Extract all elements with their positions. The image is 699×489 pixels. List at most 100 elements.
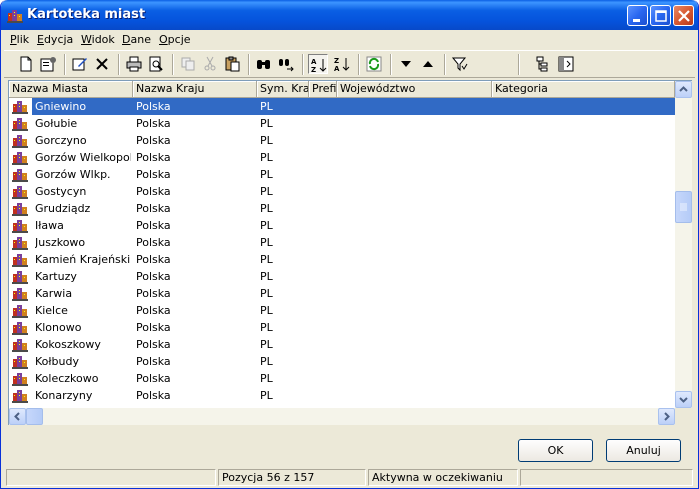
cell-country-symbol: PL (260, 338, 273, 351)
cell-country-symbol: PL (260, 321, 273, 334)
cell-country: Polska (136, 168, 171, 181)
cell-country: Polska (136, 185, 171, 198)
column-header-country-symbol[interactable]: Sym. Kraju (257, 81, 309, 98)
table-row[interactable]: Gorzów Wlkp. Polska PL (9, 166, 675, 183)
minimize-button[interactable] (627, 5, 648, 26)
find-icon (257, 60, 270, 69)
column-header-city[interactable]: Nazwa Miasta (9, 81, 133, 98)
toolbar: AZ ZA (4, 50, 695, 78)
table-row[interactable]: Klonowo Polska PL (9, 319, 675, 336)
table-row[interactable]: Kamień Krajeński Polska PL (9, 251, 675, 268)
sort-descending-button[interactable]: ZA (332, 54, 352, 74)
close-button[interactable] (673, 5, 694, 26)
cut-icon (204, 56, 216, 71)
scroll-left-button[interactable] (9, 408, 26, 425)
move-up-button[interactable] (418, 54, 438, 74)
cell-country-symbol: PL (260, 100, 273, 113)
scroll-down-button[interactable] (675, 391, 692, 408)
edit-button[interactable] (70, 54, 90, 74)
cell-city: Gorzów Wlkp. (35, 168, 111, 181)
column-header-country[interactable]: Nazwa Kraju (133, 81, 257, 98)
table-row[interactable]: Kielce Polska PL (9, 302, 675, 319)
new-document-icon (20, 56, 32, 72)
table-row[interactable]: Gorczyno Polska PL (9, 132, 675, 149)
paste-button[interactable] (222, 54, 242, 74)
delete-button[interactable] (92, 54, 112, 74)
menu-dane[interactable]: Dane (122, 33, 151, 46)
svg-text:Z: Z (311, 66, 316, 73)
print-button[interactable] (124, 54, 144, 74)
ok-button[interactable]: OK (518, 439, 593, 462)
cell-country: Polska (136, 134, 171, 147)
city-icon (12, 356, 28, 369)
svg-text:A: A (311, 58, 317, 66)
scroll-up-button[interactable] (675, 81, 692, 98)
find-next-button[interactable] (276, 54, 296, 74)
maximize-button[interactable] (650, 5, 671, 26)
table-row[interactable]: Gostycyn Polska PL (9, 183, 675, 200)
table-row[interactable]: Konarzyny Polska PL (9, 387, 675, 404)
properties-button[interactable] (38, 54, 58, 74)
sort-ascending-button[interactable]: AZ (308, 54, 328, 74)
table-row[interactable]: Kokoszkowy Polska PL (9, 336, 675, 353)
table-row[interactable]: Gołubie Polska PL (9, 115, 675, 132)
toolbar-separator (358, 54, 360, 75)
cell-country: Polska (136, 202, 171, 215)
cell-city: Gniewino (35, 100, 87, 113)
scroll-right-button[interactable] (658, 408, 675, 425)
scroll-thumb[interactable] (675, 191, 692, 223)
vertical-scrollbar[interactable] (675, 81, 692, 408)
cell-country: Polska (136, 151, 171, 164)
main-window: Kartoteka miast Plik Edycja Widok Dane O… (0, 0, 699, 489)
cell-country-symbol: PL (260, 389, 273, 402)
table-row[interactable]: Juszkowo Polska PL (9, 234, 675, 251)
table-row[interactable]: Kartuzy Polska PL (9, 268, 675, 285)
cut-button[interactable] (200, 54, 220, 74)
cell-country-symbol: PL (260, 185, 273, 198)
horizontal-scroll-thumb[interactable] (26, 408, 43, 425)
table-row[interactable]: Karwia Polska PL (9, 285, 675, 302)
city-icon (12, 288, 28, 301)
cell-city: Gołubie (35, 117, 78, 130)
move-down-button[interactable] (396, 54, 416, 74)
table-row[interactable]: Gorzów Wielkopol... Polska PL (9, 149, 675, 166)
column-header-prefix[interactable]: Prefix (309, 81, 337, 98)
toolbar-separator (444, 54, 446, 75)
paste-icon (225, 56, 240, 72)
cell-city: Juszkowo (35, 236, 86, 249)
chevron-down-icon (679, 397, 688, 403)
column-header-category[interactable]: Kategoria (492, 81, 675, 98)
sort-ascending-icon: AZ (311, 58, 327, 73)
table-row[interactable]: Grudziądz Polska PL (9, 200, 675, 217)
find-next-icon (279, 59, 294, 72)
city-icon (12, 135, 28, 148)
title-bar[interactable]: Kartoteka miast (1, 0, 698, 30)
table-row[interactable]: Iława Polska PL (9, 217, 675, 234)
table-row[interactable]: Gniewino Polska PL (9, 98, 675, 115)
cities-grid[interactable]: Nazwa Miasta Nazwa Kraju Sym. Kraju Pref… (8, 80, 692, 425)
menu-widok[interactable]: Widok (81, 33, 115, 46)
filter-icon (452, 57, 468, 72)
refresh-button[interactable] (364, 54, 384, 74)
tree-button[interactable] (532, 54, 552, 74)
columns-button[interactable] (556, 54, 576, 74)
menu-opcje[interactable]: Opcje (159, 33, 191, 46)
table-row[interactable]: Kołbudy Polska PL (9, 353, 675, 370)
menu-edycja[interactable]: Edycja (37, 33, 73, 46)
cancel-button[interactable]: Anuluj (606, 439, 681, 462)
new-button[interactable] (16, 54, 36, 74)
filter-button[interactable] (450, 54, 470, 74)
horizontal-scrollbar[interactable] (9, 408, 675, 425)
cell-city: Gorzów Wielkopol... (35, 151, 131, 164)
column-header-voivodeship[interactable]: Województwo (337, 81, 492, 98)
table-row[interactable]: Koleczkowo Polska PL (9, 370, 675, 387)
cell-country: Polska (136, 321, 171, 334)
cell-country-symbol: PL (260, 202, 273, 215)
copy-button[interactable] (178, 54, 198, 74)
close-icon (678, 10, 690, 22)
menu-plik[interactable]: Plik (10, 33, 29, 46)
print-preview-button[interactable] (146, 54, 166, 74)
cell-city: Iława (35, 219, 64, 232)
find-button[interactable] (254, 54, 274, 74)
city-icon (12, 237, 28, 250)
